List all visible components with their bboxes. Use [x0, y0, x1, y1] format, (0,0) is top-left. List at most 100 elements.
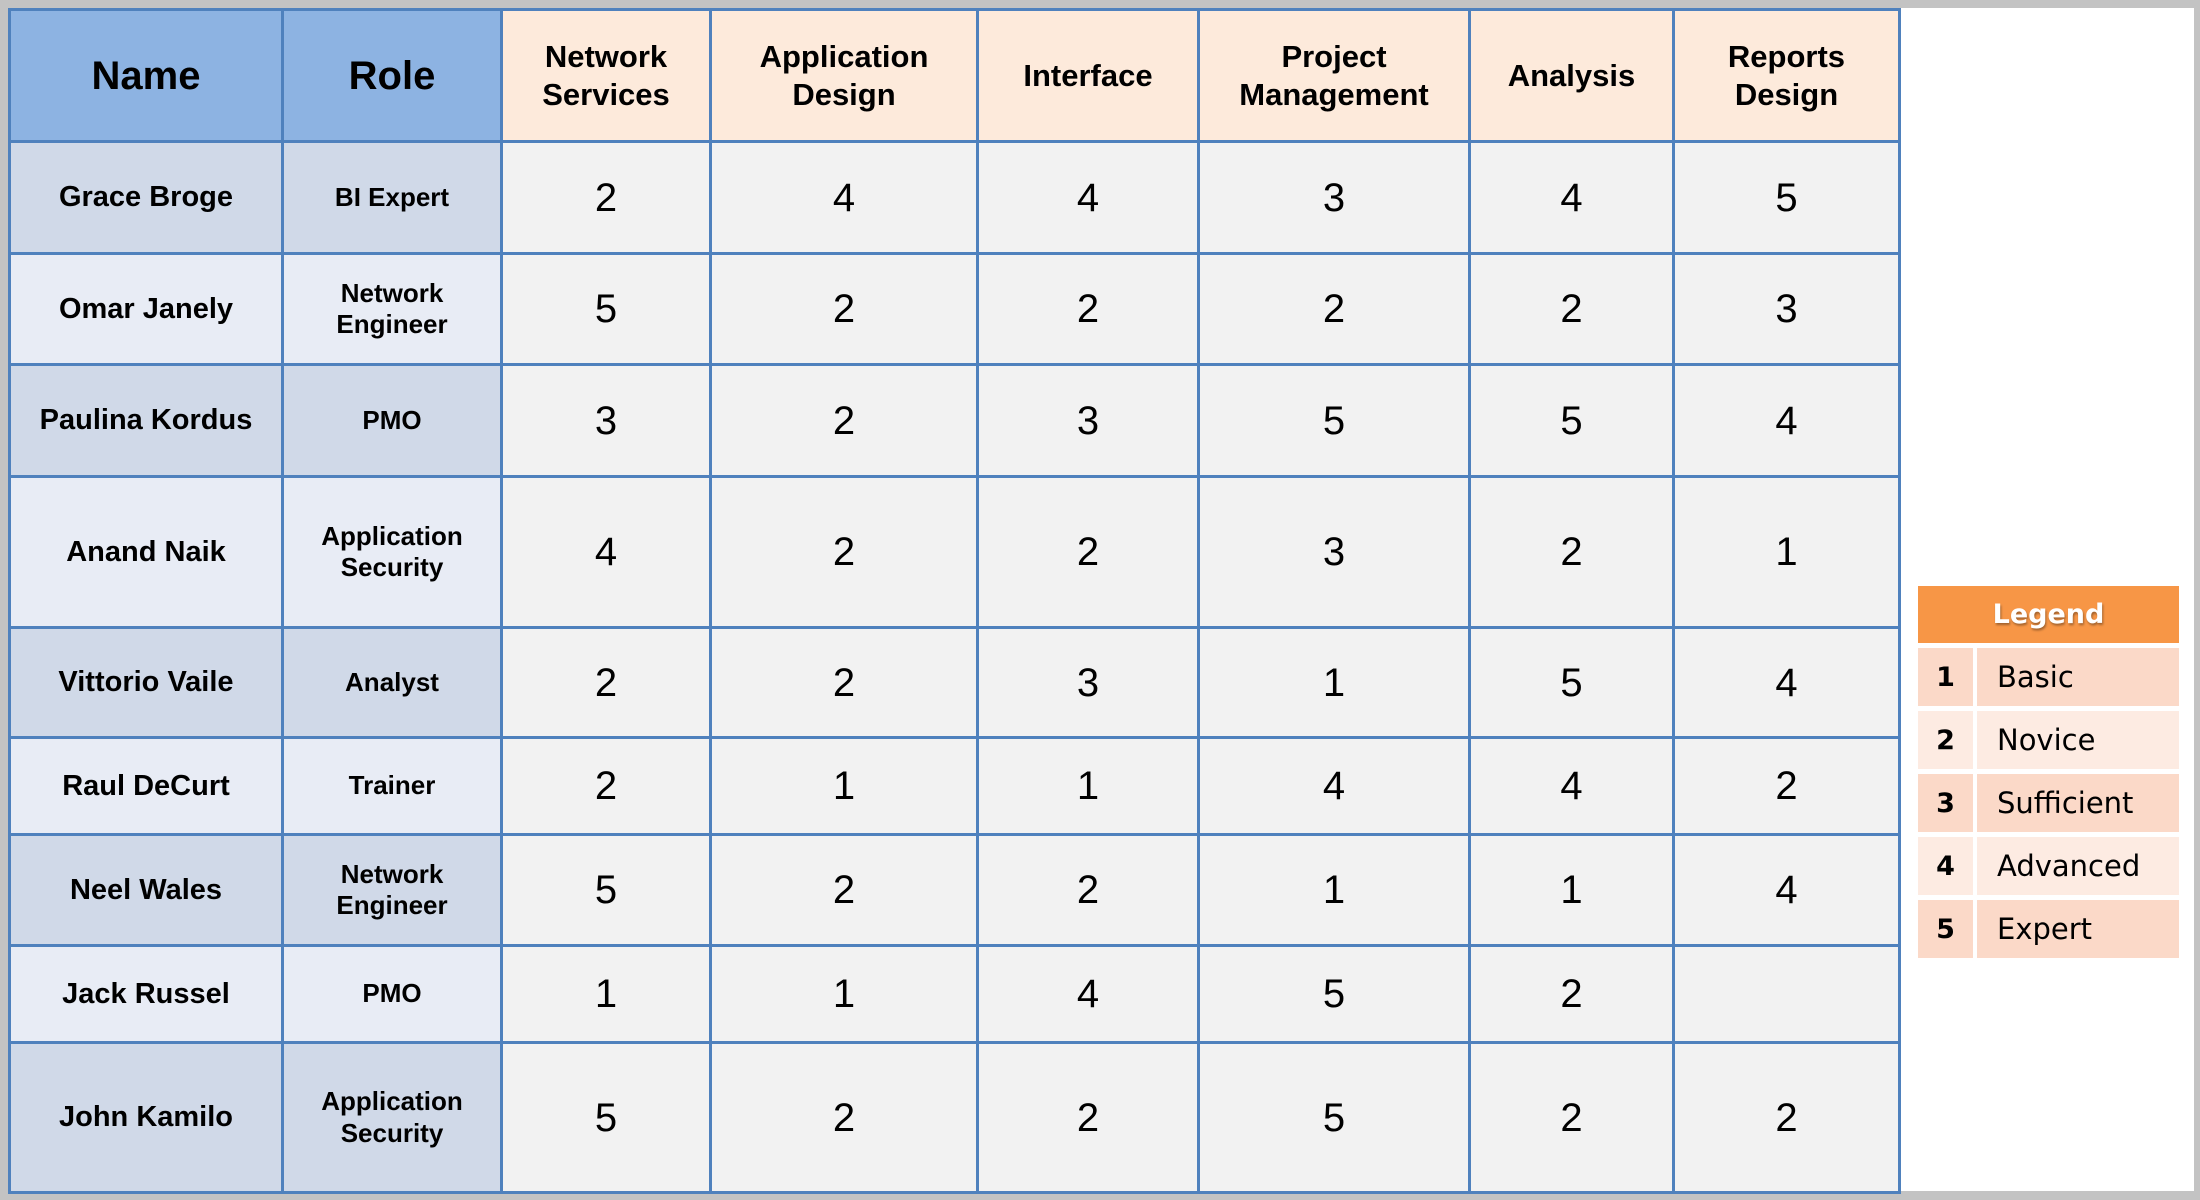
table-row: Grace Broge BI Expert 2 4 4 3 4 5 [8, 140, 1901, 255]
column-header-interface: Interface [976, 8, 1200, 143]
legend-level-number: 5 [1918, 900, 1973, 958]
employee-role-cell: Network Engineer [281, 252, 503, 366]
skill-score-cell: 2 [709, 626, 979, 739]
employee-role-cell: Network Engineer [281, 833, 503, 947]
employee-name-cell: Neel Wales [8, 833, 284, 947]
skill-score-cell: 2 [500, 736, 712, 836]
column-header-application-design: Application Design [709, 8, 979, 143]
header-row: Name Role Network Services Application D… [8, 8, 1901, 143]
legend-item: 1 Basic [1918, 648, 2179, 706]
table-row: Neel Wales Network Engineer 5 2 2 1 1 4 [8, 833, 1901, 947]
skill-score-cell: 4 [1672, 363, 1901, 478]
skill-score-cell: 5 [1672, 140, 1901, 255]
column-header-role: Role [281, 8, 503, 143]
skill-score-cell: 2 [500, 626, 712, 739]
skill-score-cell: 3 [1197, 140, 1471, 255]
skill-score-cell: 2 [976, 475, 1200, 629]
skill-score-cell: 1 [1197, 833, 1471, 947]
column-header-reports-design: Reports Design [1672, 8, 1901, 143]
skill-score-cell: 4 [1468, 736, 1675, 836]
legend-level-number: 3 [1918, 774, 1973, 832]
column-header-network-services: Network Services [500, 8, 712, 143]
skill-score-cell: 1 [709, 736, 979, 836]
skill-score-cell: 2 [1197, 252, 1471, 366]
employee-name-cell: Anand Naik [8, 475, 284, 629]
skill-score-cell: 1 [709, 944, 979, 1044]
skill-score-cell: 4 [1672, 833, 1901, 947]
skill-score-cell: 4 [500, 475, 712, 629]
skill-score-cell: 4 [1197, 736, 1471, 836]
skill-score-cell: 2 [709, 1041, 979, 1194]
skill-score-cell: 5 [500, 252, 712, 366]
skill-score-cell: 1 [500, 944, 712, 1044]
table-row: Raul DeCurt Trainer 2 1 1 4 4 2 [8, 736, 1901, 836]
skill-score-cell: 2 [976, 1041, 1200, 1194]
employee-name-cell: John Kamilo [8, 1041, 284, 1194]
table-row: Omar Janely Network Engineer 5 2 2 2 2 3 [8, 252, 1901, 366]
skill-score-cell [1672, 944, 1901, 1044]
legend-item: 5 Expert [1918, 900, 2179, 958]
skill-score-cell: 2 [709, 833, 979, 947]
skill-score-cell: 2 [709, 363, 979, 478]
legend-level-label: Novice [1977, 711, 2179, 769]
skill-score-cell: 4 [1672, 626, 1901, 739]
skills-matrix-table: Name Role Network Services Application D… [8, 8, 1901, 1194]
skill-score-cell: 3 [976, 626, 1200, 739]
skill-score-cell: 3 [1197, 475, 1471, 629]
table-row: Anand Naik Application Security 4 2 2 3 2 1 [8, 475, 1901, 629]
employee-name-cell: Jack Russel [8, 944, 284, 1044]
table-row: Jack Russel PMO 1 1 4 5 2 [8, 944, 1901, 1044]
column-header-analysis: Analysis [1468, 8, 1675, 143]
employee-name-cell: Omar Janely [8, 252, 284, 366]
employee-role-cell: Application Security [281, 1041, 503, 1194]
skill-score-cell: 2 [1672, 736, 1901, 836]
legend-level-number: 4 [1918, 837, 1973, 895]
employee-role-cell: Trainer [281, 736, 503, 836]
skill-score-cell: 1 [976, 736, 1200, 836]
legend: Legend 1 Basic 2 Novice 3 Sufficient 4 Advanced… [1918, 586, 2179, 958]
skill-score-cell: 4 [976, 944, 1200, 1044]
skill-score-cell: 4 [709, 140, 979, 255]
skill-score-cell: 5 [1197, 363, 1471, 478]
legend-level-label: Basic [1977, 648, 2179, 706]
legend-item: 2 Novice [1918, 711, 2179, 769]
skill-score-cell: 3 [1672, 252, 1901, 366]
skill-score-cell: 2 [1468, 944, 1675, 1044]
skill-score-cell: 2 [1468, 475, 1675, 629]
employee-role-cell: Analyst [281, 626, 503, 739]
legend-level-label: Sufficient [1977, 774, 2179, 832]
legend-item: 4 Advanced [1918, 837, 2179, 895]
employee-name-cell: Vittorio Vaile [8, 626, 284, 739]
table-row: Vittorio Vaile Analyst 2 2 3 1 5 4 [8, 626, 1901, 739]
skill-score-cell: 1 [1468, 833, 1675, 947]
table-row: Paulina Kordus PMO 3 2 3 5 5 4 [8, 363, 1901, 478]
skill-score-cell: 5 [1197, 944, 1471, 1044]
skill-score-cell: 4 [1468, 140, 1675, 255]
employee-name-cell: Grace Broge [8, 140, 284, 255]
legend-item: 3 Sufficient [1918, 774, 2179, 832]
skill-score-cell: 3 [500, 363, 712, 478]
skill-score-cell: 5 [500, 1041, 712, 1194]
legend-level-label: Expert [1977, 900, 2179, 958]
column-header-project-management: Project Management [1197, 8, 1471, 143]
column-header-name: Name [8, 8, 284, 143]
skill-score-cell: 4 [976, 140, 1200, 255]
skill-score-cell: 5 [500, 833, 712, 947]
skill-score-cell: 2 [500, 140, 712, 255]
skill-score-cell: 1 [1197, 626, 1471, 739]
skill-score-cell: 2 [709, 252, 979, 366]
legend-level-number: 2 [1918, 711, 1973, 769]
skill-score-cell: 5 [1468, 626, 1675, 739]
skill-score-cell: 2 [709, 475, 979, 629]
employee-role-cell: Application Security [281, 475, 503, 629]
legend-level-number: 1 [1918, 648, 1973, 706]
employee-name-cell: Paulina Kordus [8, 363, 284, 478]
skill-score-cell: 3 [976, 363, 1200, 478]
skill-score-cell: 2 [1468, 1041, 1675, 1194]
legend-title: Legend [1918, 586, 2179, 643]
skill-score-cell: 2 [1468, 252, 1675, 366]
skill-score-cell: 5 [1197, 1041, 1471, 1194]
skill-score-cell: 1 [1672, 475, 1901, 629]
table-row: John Kamilo Application Security 5 2 2 5 2 2 [8, 1041, 1901, 1194]
skill-score-cell: 2 [976, 833, 1200, 947]
